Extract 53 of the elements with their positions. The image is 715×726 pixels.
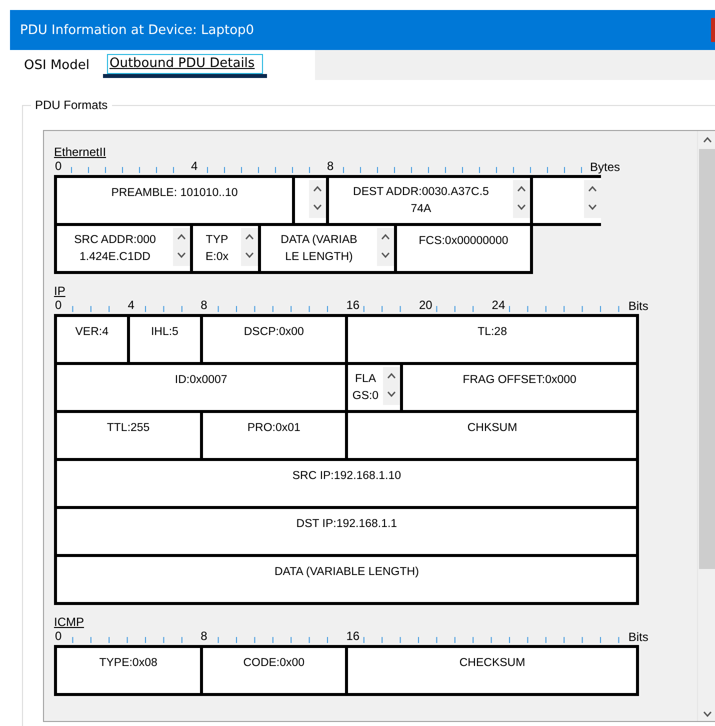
spinner[interactable] [382, 367, 400, 405]
field-label: IHL:5 [150, 325, 178, 340]
ruler-label: 8 [200, 629, 208, 643]
field-label: FCS:0x00000000 [418, 234, 508, 249]
field-label: CODE:0x00 [243, 656, 305, 671]
tab[interactable]: Outbound PDU Details [103, 50, 267, 78]
field-label: FRAG OFFSET:0x000 [462, 373, 576, 388]
field-label: TTL:255 [106, 421, 150, 436]
field-label: SRC IP:192.168.1.10 [292, 469, 402, 484]
field-label: TYPE:0x08 [99, 656, 158, 671]
ruler-label: 16 [346, 629, 360, 643]
ruler-label: 8 [200, 298, 208, 312]
ruler-label: 24 [492, 298, 506, 312]
ruler-label: 4 [128, 298, 134, 312]
field-label: PREAMBLE: 101010..10 [111, 186, 238, 201]
unit-label: Bytes [590, 159, 620, 175]
field-label: TYP E:0x [205, 233, 228, 265]
field-label: SRC ADDR:000 1.424E.C1DD [74, 233, 156, 265]
field-label: TL:28 [478, 325, 507, 340]
field-label: DSCP:0x00 [244, 325, 304, 340]
spinner[interactable] [513, 180, 530, 218]
unit-label: Bits [628, 629, 648, 645]
section-title: IP [54, 284, 66, 298]
field-label: PRO:0x01 [247, 421, 300, 436]
ruler-label: 0 [55, 298, 62, 312]
field-label: FLA GS:0 [352, 372, 379, 404]
spinner[interactable] [377, 228, 394, 266]
field-label: VER:4 [75, 325, 109, 340]
tab[interactable]: OSI Model [10, 50, 100, 80]
scroll-thumb[interactable] [698, 149, 715, 569]
spinner[interactable] [173, 228, 190, 266]
field-label: CHKSUM [467, 421, 518, 436]
field-label: DATA (VARIABLE LENGTH) [274, 565, 419, 580]
field-label: CHECKSUM [459, 656, 526, 671]
ruler-label: 20 [419, 298, 432, 312]
section-title: EthernetII [54, 145, 106, 159]
scrollbar[interactable] [697, 131, 715, 721]
spinner[interactable] [309, 180, 326, 218]
ruler-label: 4 [191, 159, 198, 173]
field-label: DATA (VARIAB LE LENGTH) [280, 233, 358, 265]
unit-label: Bits [628, 298, 648, 314]
group-title: PDU Formats [31, 98, 112, 112]
spinner[interactable] [584, 180, 601, 218]
section-title: ICMP [54, 615, 84, 629]
window-title: PDU Information at Device: Laptop0 [20, 22, 254, 38]
ruler-label: 0 [55, 629, 62, 643]
field-label: ID:0x0007 [174, 373, 228, 388]
ruler-label: 0 [55, 159, 62, 173]
spinner[interactable] [241, 228, 258, 266]
ruler-label: 8 [327, 159, 334, 173]
field-label: DST IP:192.168.1.1 [296, 517, 398, 532]
field-label: DEST ADDR:0030.A37C.5 74A [353, 185, 489, 217]
ruler-label: 16 [346, 298, 360, 312]
